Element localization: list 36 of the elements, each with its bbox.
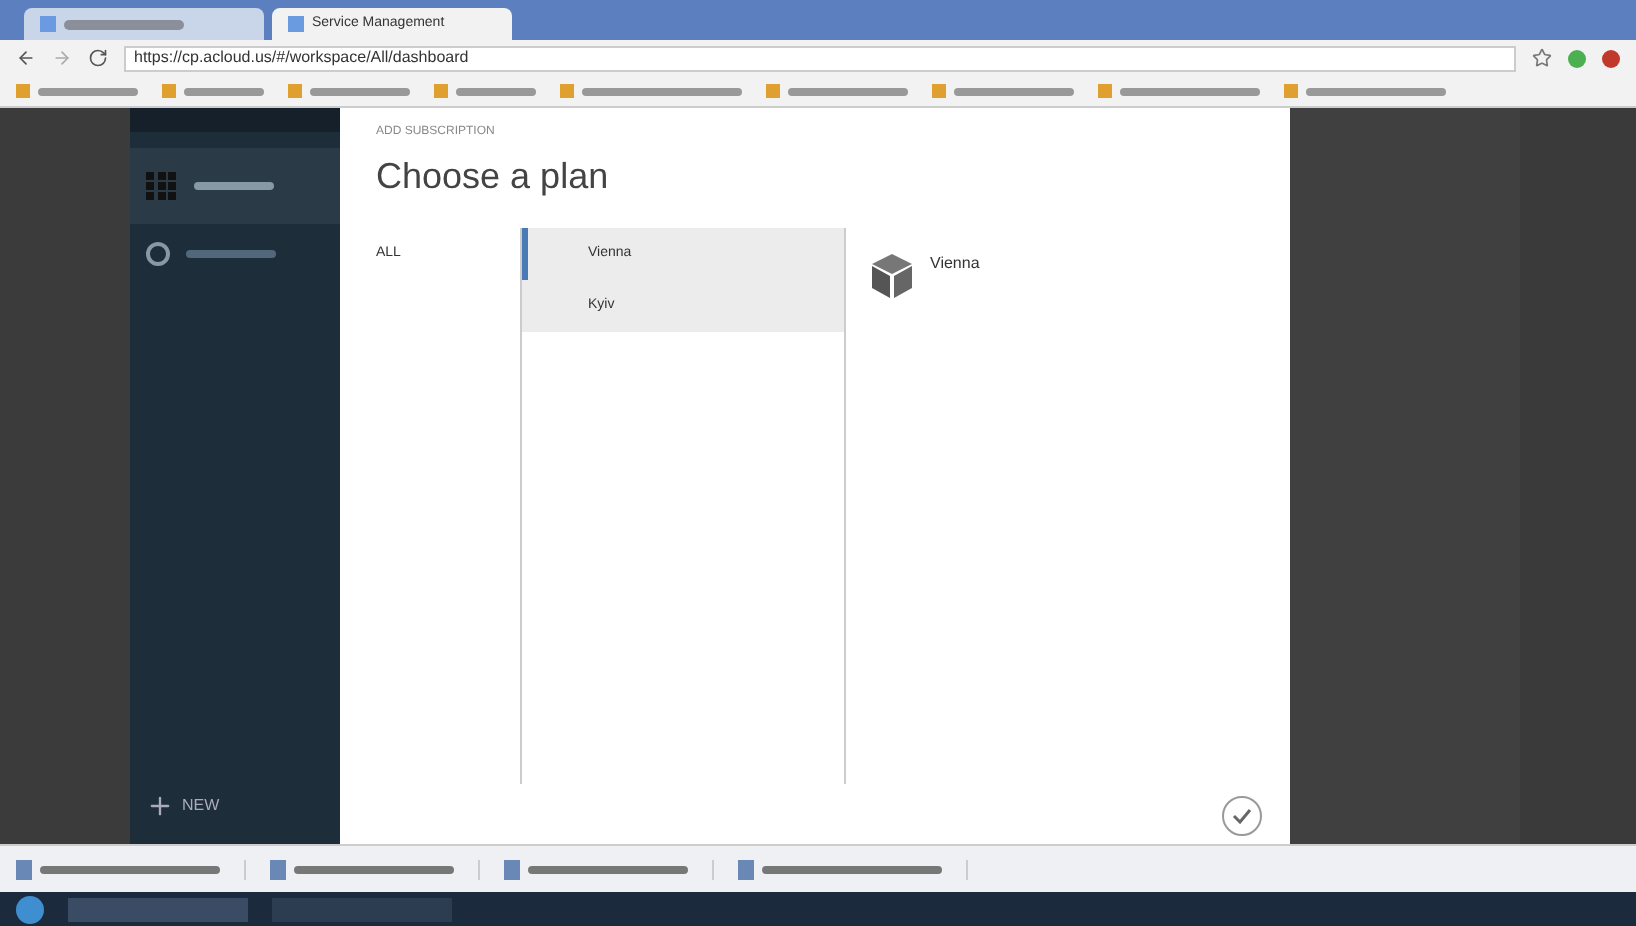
reload-icon[interactable] bbox=[88, 48, 108, 68]
page-icon bbox=[288, 16, 304, 32]
forward-icon[interactable] bbox=[52, 48, 72, 68]
bookmark-item[interactable] bbox=[434, 84, 536, 98]
download-item[interactable] bbox=[504, 859, 714, 879]
check-icon bbox=[1232, 808, 1252, 824]
bookmark-item[interactable] bbox=[162, 84, 264, 98]
grid-icon bbox=[146, 172, 178, 200]
address-field[interactable]: https://cp.acloud.us/#/workspace/All/dashboard bbox=[124, 45, 1516, 71]
page-icon bbox=[40, 16, 56, 32]
star-icon[interactable] bbox=[1532, 48, 1552, 68]
bookmark-item[interactable] bbox=[766, 84, 908, 98]
bookmark-item[interactable] bbox=[1098, 84, 1260, 98]
bookmark-item[interactable] bbox=[932, 84, 1074, 98]
file-icon bbox=[16, 859, 32, 879]
taskbar-item[interactable] bbox=[68, 897, 248, 921]
download-item[interactable] bbox=[16, 859, 246, 879]
bookmark-item[interactable] bbox=[16, 84, 138, 98]
download-item[interactable] bbox=[738, 859, 968, 879]
bookmark-item[interactable] bbox=[1284, 84, 1446, 98]
file-icon bbox=[270, 859, 286, 879]
bookmark-item[interactable] bbox=[560, 84, 742, 98]
plus-icon bbox=[146, 792, 174, 820]
dialog-title: Choose a plan bbox=[376, 154, 611, 200]
new-button[interactable]: NEW bbox=[146, 792, 340, 820]
file-icon bbox=[738, 859, 754, 879]
plan-name: Vienna bbox=[930, 252, 980, 276]
cube-icon bbox=[870, 252, 914, 300]
file-icon bbox=[504, 859, 520, 879]
tab-title bbox=[64, 19, 184, 29]
back-icon[interactable] bbox=[16, 48, 36, 68]
confirm-button[interactable] bbox=[1222, 796, 1262, 836]
bookmark-item[interactable] bbox=[288, 84, 410, 98]
sidebar-item[interactable] bbox=[130, 148, 340, 224]
download-item[interactable] bbox=[270, 859, 480, 879]
start-icon[interactable] bbox=[16, 895, 44, 923]
